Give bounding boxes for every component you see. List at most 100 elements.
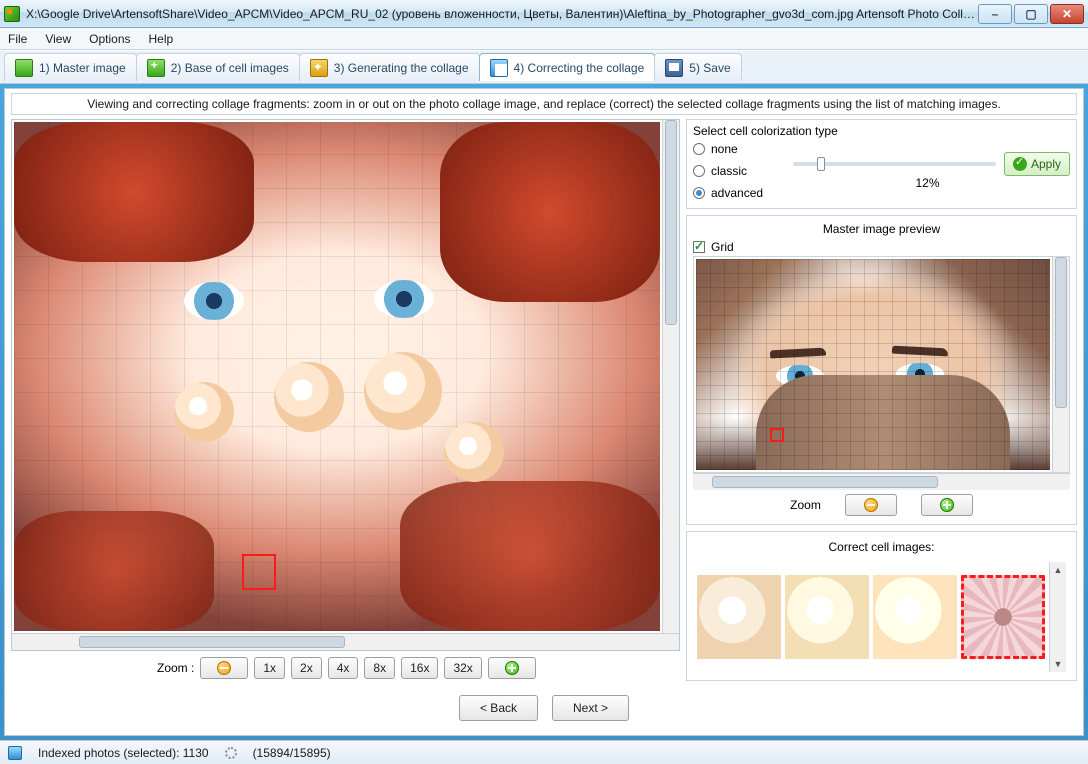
step-3-generate[interactable]: 3) Generating the collage [299, 53, 480, 81]
checkbox-label: Grid [711, 240, 734, 254]
step-label: 1) Master image [39, 61, 126, 75]
status-progress: (15894/15895) [253, 746, 331, 760]
collage-canvas[interactable] [14, 122, 660, 631]
master-image [696, 259, 1050, 470]
checkbox-icon [693, 241, 705, 253]
zoom-32x-button[interactable]: 32x [444, 657, 481, 679]
radio-icon [693, 143, 705, 155]
window-buttons: – ▢ ✕ [978, 4, 1084, 24]
preview-zoom-in-button[interactable] [921, 494, 973, 516]
zoom-2x-button[interactable]: 2x [291, 657, 322, 679]
plus-icon [940, 498, 954, 512]
collage-viewport [11, 119, 680, 651]
step-tabs: 1) Master image 2) Base of cell images 3… [0, 50, 1088, 84]
next-button[interactable]: Next > [552, 695, 629, 721]
zoom-in-button[interactable] [488, 657, 536, 679]
minimize-button[interactable]: – [978, 4, 1012, 24]
preview-zoom-out-button[interactable] [845, 494, 897, 516]
info-bar: Viewing and correcting collage fragments… [11, 93, 1077, 115]
check-icon [1013, 157, 1027, 171]
add-images-icon [147, 59, 165, 77]
app-icon [4, 6, 20, 22]
cell-thumbnail[interactable] [785, 575, 869, 659]
step-2-base-images[interactable]: 2) Base of cell images [136, 53, 300, 81]
slider-handle[interactable] [817, 157, 825, 171]
radio-label: classic [711, 164, 747, 178]
scroll-thumb[interactable] [1055, 257, 1067, 408]
cells-vscroll[interactable]: ▲▼ [1049, 562, 1066, 672]
window-title: X:\Google Drive\ArtensoftShare\Video_APC… [26, 7, 978, 21]
grid-checkbox[interactable]: Grid [693, 240, 1070, 254]
title-bar: X:\Google Drive\ArtensoftShare\Video_APC… [0, 0, 1088, 28]
step-label: 3) Generating the collage [334, 61, 469, 75]
radio-icon [693, 187, 705, 199]
zoom-4x-button[interactable]: 4x [328, 657, 359, 679]
main-row: Zoom : 1x 2x 4x 8x 16x 32x Select cell c… [5, 119, 1083, 685]
zoom-1x-button[interactable]: 1x [254, 657, 285, 679]
minus-icon [217, 661, 231, 675]
menu-bar: File View Options Help [0, 28, 1088, 50]
status-indexed: Indexed photos (selected): 1130 [38, 746, 209, 760]
scroll-thumb[interactable] [665, 120, 677, 325]
index-icon [8, 746, 22, 760]
scroll-up-icon[interactable]: ▲ [1050, 562, 1066, 578]
colorization-title: Select cell colorization type [693, 124, 1070, 138]
radio-classic[interactable]: classic [693, 164, 779, 178]
cube-icon [490, 59, 508, 77]
correct-cells-title: Correct cell images: [693, 536, 1070, 558]
back-button[interactable]: < Back [459, 695, 538, 721]
cell-thumbnail[interactable] [697, 575, 781, 659]
client-area: Viewing and correcting collage fragments… [4, 88, 1084, 736]
status-bar: Indexed photos (selected): 1130 (15894/1… [0, 740, 1088, 764]
spinner-icon [225, 747, 237, 759]
right-column: Select cell colorization type none class… [686, 119, 1077, 681]
preview-zoom-controls: Zoom [693, 490, 1070, 520]
slider-value: 12% [785, 176, 1070, 190]
preview-panel: Master image preview Grid [686, 215, 1077, 525]
close-button[interactable]: ✕ [1050, 4, 1084, 24]
colorization-panel: Select cell colorization type none class… [686, 119, 1077, 209]
step-1-master-image[interactable]: 1) Master image [4, 53, 137, 81]
plus-icon [505, 661, 519, 675]
correct-cells-panel: Correct cell images: ▲▼ [686, 531, 1077, 681]
menu-help[interactable]: Help [149, 32, 174, 46]
preview-hscroll[interactable] [693, 473, 1070, 490]
collage-hscroll[interactable] [12, 633, 679, 650]
preview-zoom-label: Zoom [790, 498, 821, 512]
collage-vscroll[interactable] [662, 120, 679, 633]
maximize-button[interactable]: ▢ [1014, 4, 1048, 24]
step-4-correct[interactable]: 4) Correcting the collage [479, 53, 656, 81]
wizard-nav: < Back Next > [5, 685, 1083, 735]
save-icon [665, 59, 683, 77]
colorization-slider[interactable] [793, 162, 996, 166]
preview-canvas[interactable] [696, 259, 1050, 470]
step-label: 5) Save [689, 61, 730, 75]
menu-options[interactable]: Options [89, 32, 130, 46]
zoom-8x-button[interactable]: 8x [364, 657, 395, 679]
cell-thumbnail[interactable] [873, 575, 957, 659]
zoom-out-button[interactable] [200, 657, 248, 679]
cell-thumbnails: ▲▼ [693, 558, 1070, 676]
zoom-controls: Zoom : 1x 2x 4x 8x 16x 32x [11, 651, 680, 681]
image-icon [15, 59, 33, 77]
menu-file[interactable]: File [8, 32, 27, 46]
radio-icon [693, 165, 705, 177]
preview-vscroll[interactable] [1052, 257, 1069, 472]
scroll-thumb[interactable] [712, 476, 938, 488]
radio-label: advanced [711, 186, 763, 200]
scroll-down-icon[interactable]: ▼ [1050, 656, 1066, 672]
preview-selection-marker [770, 428, 784, 442]
menu-view[interactable]: View [45, 32, 71, 46]
cell-thumbnail-selected[interactable] [961, 575, 1045, 659]
radio-none[interactable]: none [693, 142, 779, 156]
wand-icon [310, 59, 328, 77]
step-5-save[interactable]: 5) Save [654, 53, 741, 81]
apply-button[interactable]: Apply [1004, 152, 1070, 176]
radio-advanced[interactable]: advanced [693, 186, 779, 200]
zoom-16x-button[interactable]: 16x [401, 657, 438, 679]
preview-title: Master image preview [693, 220, 1070, 238]
scroll-thumb[interactable] [79, 636, 346, 648]
zoom-label: Zoom : [157, 661, 194, 675]
collage-image [14, 122, 660, 631]
collage-area [12, 120, 679, 633]
